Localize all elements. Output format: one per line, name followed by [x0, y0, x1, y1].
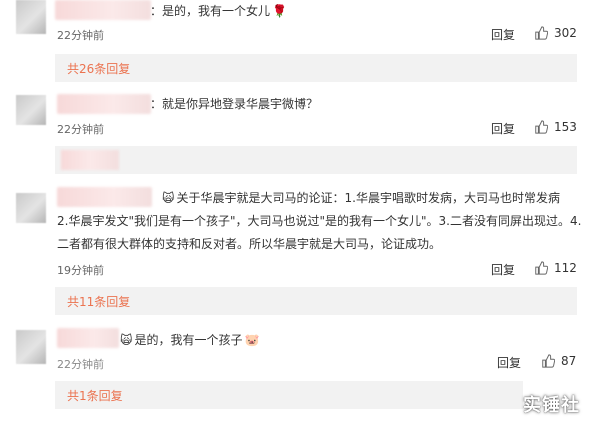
replies-box[interactable]: 共26条回复	[55, 54, 577, 82]
comment-line-2: 2.华晨宇发文"我们是有一个孩子"，大司马也说过"是的我有一个女儿"。3.二者没…	[57, 214, 582, 228]
comment-text-content: 是的，我有一个孩子	[134, 333, 243, 347]
comment-line-3: 二者都有很大群体的支持和反对者。所以华晨宇就是大司马，论证成功。	[57, 237, 442, 251]
blurred-reply-preview	[61, 150, 119, 170]
rose-icon: 🌹	[272, 4, 287, 18]
watermark: 实锤社	[523, 395, 580, 416]
like-count: 153	[554, 120, 577, 134]
reply-button[interactable]: 回复	[497, 354, 521, 371]
comment-line-1: 🙀 关于华晨宇就是大司马的论证：1.华晨宇唱歌时发病，大司马也时常发病	[160, 189, 560, 207]
timestamp: 19分钟前	[57, 264, 104, 277]
reply-button[interactable]: 回复	[491, 120, 515, 137]
avatar[interactable]	[16, 0, 46, 34]
like-button[interactable]: 112	[534, 261, 577, 275]
timestamp: 22分钟前	[57, 123, 104, 136]
like-count: 112	[554, 261, 577, 275]
username-blurred[interactable]	[57, 94, 151, 114]
comment-text-content: 关于华晨宇就是大司马的论证：1.华晨宇唱歌时发病，大司马也时常发病	[176, 191, 560, 205]
cat-emoji-icon: 🙀	[162, 191, 175, 205]
username-blurred[interactable]	[55, 0, 151, 20]
avatar[interactable]	[16, 95, 46, 125]
like-button[interactable]: 153	[534, 120, 577, 134]
timestamp: 22分钟前	[57, 29, 104, 42]
replies-box[interactable]: 共11条回复	[55, 287, 577, 315]
thumbs-up-icon	[542, 354, 555, 368]
thumbs-up-icon	[535, 26, 548, 40]
comment-text: ：是的，我有一个女儿 🌹	[150, 2, 289, 20]
replies-box[interactable]	[55, 146, 577, 174]
like-count: 87	[561, 354, 577, 368]
username-blurred[interactable]	[57, 328, 119, 348]
like-button[interactable]: 302	[534, 26, 577, 40]
username-blurred[interactable]	[57, 187, 152, 207]
reply-button[interactable]: 回复	[491, 261, 515, 278]
comment-text: ：就是你异地登录华晨宇微博？	[150, 97, 319, 111]
reply-button[interactable]: 回复	[491, 26, 515, 43]
view-replies-link[interactable]: 共26条回复	[67, 60, 130, 77]
avatar[interactable]	[16, 330, 46, 364]
thumbs-up-icon	[535, 120, 548, 134]
timestamp: 22分钟前	[57, 358, 104, 371]
cat-emoji-icon: 🙀	[120, 333, 133, 347]
replies-box[interactable]: 共1条回复	[55, 381, 523, 409]
thumbs-up-icon	[535, 261, 548, 275]
avatar[interactable]	[16, 193, 46, 223]
view-replies-link[interactable]: 共11条回复	[67, 293, 130, 310]
comment-text-content: ：是的，我有一个女儿	[150, 4, 271, 18]
comment-text: 🙀 是的，我有一个孩子 🐷	[118, 331, 261, 349]
pig-face-icon: 🐷	[244, 333, 260, 347]
like-button[interactable]: 87	[541, 354, 576, 368]
view-replies-link[interactable]: 共1条回复	[67, 387, 123, 404]
like-count: 302	[554, 26, 577, 40]
